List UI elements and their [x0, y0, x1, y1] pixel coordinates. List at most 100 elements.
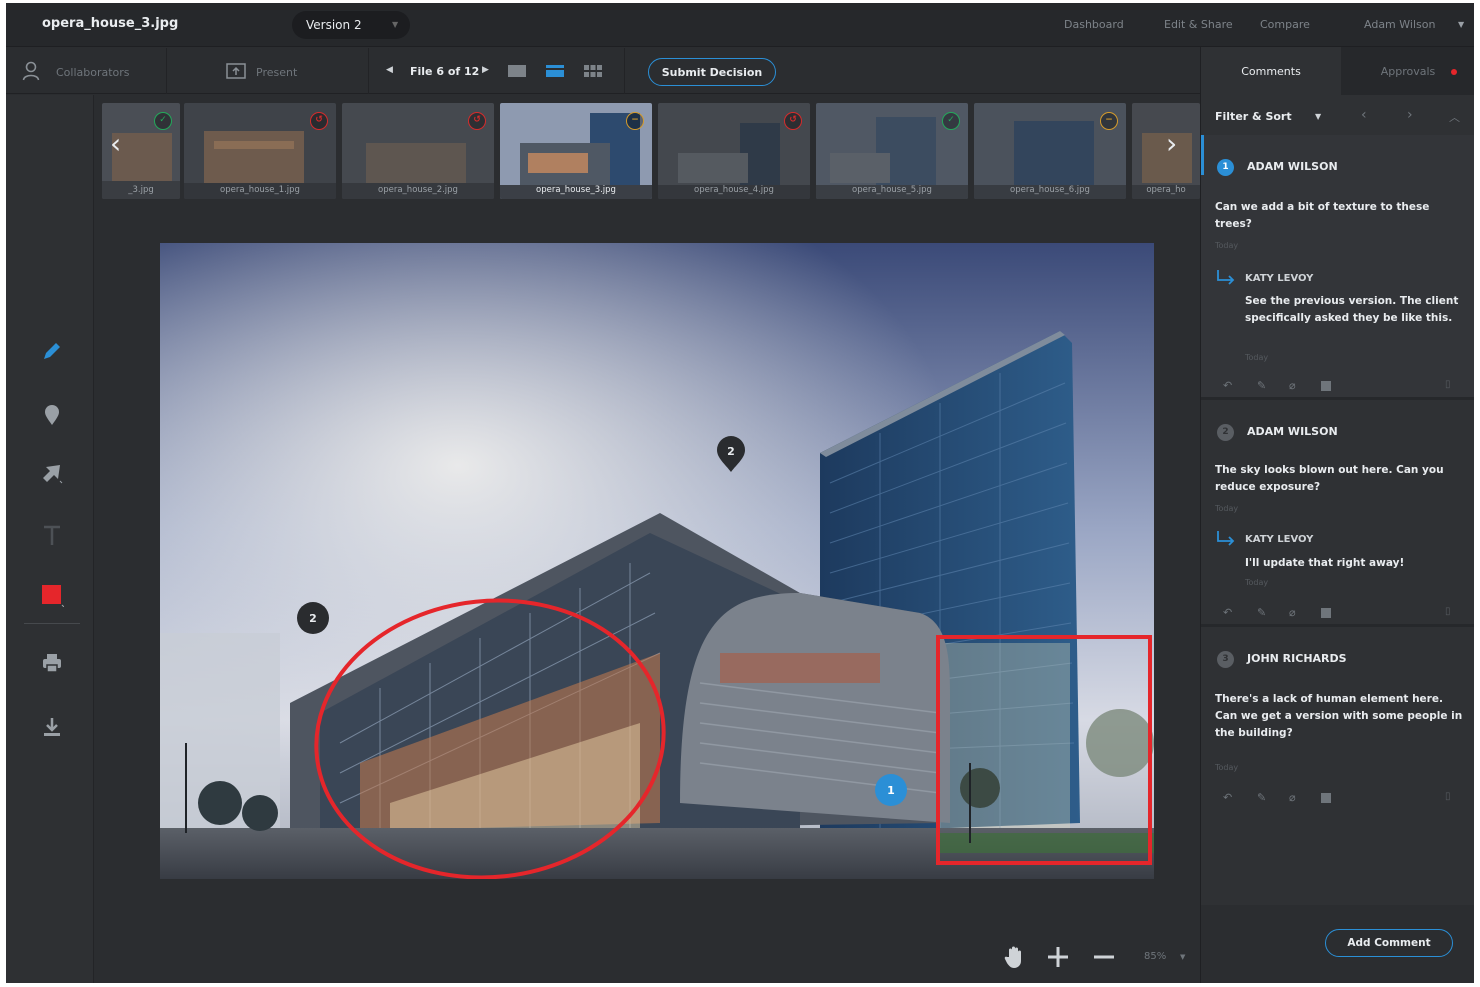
print-icon[interactable]: [40, 651, 64, 675]
divider: [166, 48, 167, 94]
chevron-down-icon[interactable]: ▼: [1458, 20, 1464, 29]
divider: [24, 623, 80, 624]
reply-icon[interactable]: ↶: [1223, 606, 1232, 619]
reply-text: I'll update that right away!: [1245, 557, 1405, 569]
attach-icon[interactable]: ⌀: [1289, 606, 1296, 619]
divider: [368, 48, 369, 94]
top-bar: opera_house_3.jpg Version 2 ▼ Dashboard …: [6, 3, 1474, 47]
comment-text: The sky looks blown out here. Can you re…: [1215, 464, 1444, 493]
filmstrip-thumb[interactable]: ✓ opera_house_5.jpg: [816, 103, 968, 199]
pin-label: 2: [309, 612, 317, 625]
arrow-icon[interactable]: [40, 461, 64, 485]
user-menu[interactable]: Adam Wilson: [1364, 18, 1435, 31]
reply-author: KATY LEVOY: [1245, 273, 1314, 284]
single-view-icon[interactable]: [508, 65, 526, 77]
chevron-right-icon[interactable]: ›: [1407, 107, 1413, 123]
comment-author: ADAM WILSON: [1247, 425, 1338, 438]
color-swatch[interactable]: [40, 583, 64, 607]
review-canvas[interactable]: 2 2 1 85% ▼: [94, 207, 1200, 983]
reply-icon[interactable]: ↶: [1223, 379, 1232, 392]
nav-edit-share[interactable]: Edit & Share: [1164, 18, 1233, 31]
delete-icon[interactable]: ▯: [1445, 606, 1451, 617]
present-button[interactable]: Present: [256, 66, 297, 79]
chevron-right-icon[interactable]: ›: [1166, 127, 1177, 160]
rejected-status-icon: ↺: [784, 112, 802, 130]
thumbnail-caption: opera_house_2.jpg: [378, 185, 458, 195]
user-icon[interactable]: [22, 61, 40, 81]
filmstrip-thumb[interactable]: − opera_house_6.jpg: [974, 103, 1126, 199]
comment-thread[interactable]: 2 ADAM WILSON The sky looks blown out he…: [1201, 400, 1474, 624]
edit-icon[interactable]: ✎: [1257, 791, 1266, 804]
comment-thread[interactable]: 1 ADAM WILSON Can we add a bit of textur…: [1201, 135, 1474, 397]
chevron-up-icon[interactable]: ︿: [1449, 109, 1460, 125]
pencil-icon[interactable]: [40, 339, 64, 363]
resolve-icon[interactable]: [1321, 793, 1331, 803]
divider: [624, 48, 625, 94]
panel-tabs: Comments Approvals: [1201, 47, 1474, 95]
annotation-toolbar: [6, 95, 94, 983]
comment-pin-active[interactable]: 1: [874, 773, 908, 807]
comment-thread[interactable]: 3 JOHN RICHARDS There's a lack of human …: [1201, 627, 1474, 817]
text-icon[interactable]: [40, 523, 64, 547]
zoom-out-icon[interactable]: [1092, 945, 1116, 969]
thumbnail-caption: opera_house_6.jpg: [1010, 185, 1090, 195]
reply-text: See the previous version. The client spe…: [1245, 295, 1459, 324]
attach-icon[interactable]: ⌀: [1289, 379, 1296, 392]
filmstrip-thumb-selected[interactable]: − opera_house_3.jpg: [500, 103, 652, 199]
nav-compare[interactable]: Compare: [1260, 18, 1310, 31]
chevron-left-icon[interactable]: ‹: [1361, 107, 1367, 123]
delete-icon[interactable]: ▯: [1445, 379, 1451, 390]
comment-time: Today: [1215, 241, 1239, 250]
proofing-app: opera_house_3.jpg Version 2 ▼ Dashboard …: [6, 3, 1474, 983]
filmstrip-view-icon[interactable]: [546, 65, 564, 77]
pin-icon[interactable]: [40, 403, 64, 427]
comments-panel: Comments Approvals Filter & Sort ▼ ‹ › ︿…: [1200, 47, 1474, 983]
previous-file-icon[interactable]: ◀: [386, 65, 393, 75]
add-comment-button[interactable]: Add Comment: [1325, 929, 1453, 957]
comment-number-badge: 1: [1217, 159, 1234, 176]
edit-icon[interactable]: ✎: [1257, 606, 1266, 619]
thumbnail-caption: opera_house_1.jpg: [220, 185, 300, 195]
comment-text: Can we add a bit of texture to these tre…: [1215, 201, 1430, 230]
resolve-icon[interactable]: [1321, 381, 1331, 391]
version-label: Version 2: [306, 18, 362, 32]
pin-label: 2: [727, 445, 735, 458]
filmstrip-thumb[interactable]: ↺ opera_house_2.jpg: [342, 103, 494, 199]
comment-pin[interactable]: 2: [296, 601, 330, 635]
version-selector[interactable]: Version 2 ▼: [292, 11, 410, 39]
present-icon[interactable]: [226, 63, 246, 79]
next-file-icon[interactable]: ▶: [482, 65, 489, 75]
hand-icon[interactable]: [1004, 945, 1026, 969]
comment-time: Today: [1215, 504, 1239, 513]
filmstrip-thumb[interactable]: ↺ opera_house_1.jpg: [184, 103, 336, 199]
zoom-level[interactable]: 85%: [1144, 951, 1166, 962]
edit-icon[interactable]: ✎: [1257, 379, 1266, 392]
reply-arrow-icon: [1217, 531, 1235, 546]
building-render-image[interactable]: [160, 243, 1154, 879]
zoom-in-icon[interactable]: [1046, 945, 1070, 969]
file-position: File 6 of 12: [410, 65, 480, 78]
comment-pin[interactable]: 2: [716, 435, 746, 473]
reply-time: Today: [1245, 578, 1269, 587]
chevron-left-icon[interactable]: ‹: [110, 127, 121, 160]
tab-comments[interactable]: Comments: [1201, 47, 1341, 95]
thumbnail-caption: opera_ho: [1146, 185, 1186, 195]
download-icon[interactable]: [40, 715, 64, 739]
attach-icon[interactable]: ⌀: [1289, 791, 1296, 804]
file-name: opera_house_3.jpg: [42, 16, 179, 31]
reply-icon[interactable]: ↶: [1223, 791, 1232, 804]
submit-decision-button[interactable]: Submit Decision: [648, 58, 776, 86]
comment-number-badge: 3: [1217, 651, 1234, 668]
resolve-icon[interactable]: [1321, 608, 1331, 618]
comment-actions: ↶ ✎ ⌀ ▯: [1215, 379, 1465, 395]
delete-icon[interactable]: ▯: [1445, 791, 1451, 802]
collaborators-button[interactable]: Collaborators: [56, 66, 130, 79]
thumbnail-caption: opera_house_5.jpg: [852, 185, 932, 195]
thumbnail-caption: opera_house_4.jpg: [694, 185, 774, 195]
filmstrip-thumb[interactable]: ↺ opera_house_4.jpg: [658, 103, 810, 199]
nav-dashboard[interactable]: Dashboard: [1064, 18, 1124, 31]
filter-sort-button[interactable]: Filter & Sort: [1215, 110, 1292, 123]
grid-view-icon[interactable]: [584, 65, 602, 77]
chevron-down-icon[interactable]: ▼: [1180, 953, 1185, 961]
chevron-down-icon[interactable]: ▼: [1315, 112, 1321, 121]
